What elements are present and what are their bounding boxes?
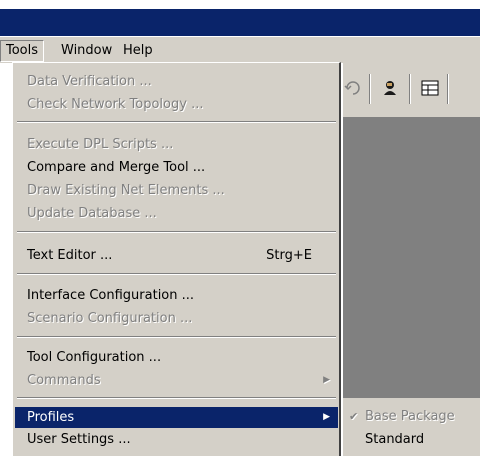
menu-item-user-settings[interactable]: User Settings ...: [15, 429, 338, 450]
submenu-item-label: Base Package: [365, 409, 455, 424]
submenu-item-standard[interactable]: Standard: [343, 429, 480, 450]
menu-item-label: Text Editor ...: [27, 248, 113, 263]
tools-menu: Data Verification ... Check Network Topo…: [12, 62, 341, 456]
submenu-arrow-icon: ▶: [323, 375, 330, 385]
undo-icon[interactable]: [343, 77, 365, 99]
submenu-item-base-package[interactable]: ✔ Base Package: [343, 406, 480, 427]
menu-separator: [17, 397, 336, 399]
menu-item-commands[interactable]: Commands ▶: [15, 370, 338, 391]
submenu-arrow-icon: ▶: [323, 412, 330, 422]
menu-item-compare-and-merge[interactable]: Compare and Merge Tool ...: [15, 157, 338, 178]
profiles-submenu: ✔ Base Package Standard: [343, 404, 480, 456]
title-bar: [0, 9, 480, 36]
menu-item-tool-configuration[interactable]: Tool Configuration ...: [15, 347, 338, 368]
table-icon[interactable]: [419, 77, 441, 99]
user-icon[interactable]: [379, 77, 401, 99]
menu-separator: [17, 336, 336, 338]
menu-separator: [17, 273, 336, 275]
menu-item-label: Profiles: [27, 410, 75, 425]
menu-tools[interactable]: Tools: [0, 40, 45, 62]
workspace-area: [343, 117, 480, 398]
shortcut-label: Strg+E: [266, 248, 312, 263]
menu-item-text-editor[interactable]: Text Editor ... Strg+E: [15, 245, 338, 266]
menu-item-execute-dpl-scripts[interactable]: Execute DPL Scripts ...: [15, 134, 338, 155]
toolbar: [343, 62, 480, 117]
menu-item-interface-configuration[interactable]: Interface Configuration ...: [15, 285, 338, 306]
menu-help[interactable]: Help: [118, 41, 158, 61]
menu-separator: [17, 231, 336, 233]
menu-item-draw-existing-net-elements[interactable]: Draw Existing Net Elements ...: [15, 180, 338, 201]
menu-item-data-verification[interactable]: Data Verification ...: [15, 71, 338, 92]
menu-bar: Tools Window Help: [0, 36, 480, 63]
menu-item-label: Commands: [27, 373, 101, 388]
menu-item-profiles[interactable]: Profiles ▶: [15, 407, 338, 428]
menu-item-update-database[interactable]: Update Database ...: [15, 203, 338, 224]
menu-item-scenario-configuration[interactable]: Scenario Configuration ...: [15, 308, 338, 329]
menu-item-check-network-topology[interactable]: Check Network Topology ...: [15, 94, 338, 115]
menu-window[interactable]: Window: [56, 41, 117, 61]
menu-separator: [17, 121, 336, 123]
checkmark-icon: ✔: [349, 410, 359, 423]
